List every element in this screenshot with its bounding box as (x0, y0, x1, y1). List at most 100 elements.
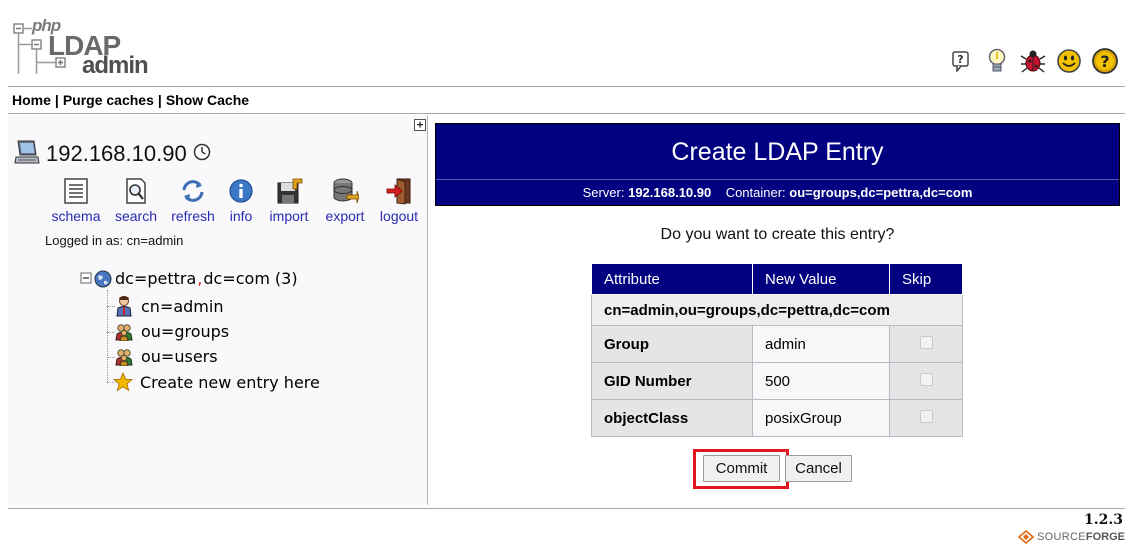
tree-item-label[interactable]: cn=admin (141, 297, 223, 316)
ou-icon (115, 348, 133, 366)
skip-cell (889, 362, 963, 400)
action-export[interactable]: export (320, 176, 370, 224)
tree-item-label[interactable]: ou=groups (141, 322, 229, 341)
question-icon[interactable]: ? (1091, 46, 1119, 76)
skip-cell (889, 325, 963, 363)
tree-item-label[interactable]: ou=users (141, 347, 218, 366)
tree-connector (107, 332, 115, 333)
action-search[interactable]: search (110, 176, 162, 224)
menu-home-link[interactable]: Home (12, 92, 51, 108)
attribute-name: Group (591, 325, 753, 363)
logout-icon (385, 176, 413, 206)
attribute-value: posixGroup (752, 399, 890, 437)
menu-show-cache-link[interactable]: Show Cache (166, 92, 249, 108)
dn-value: cn=admin,ou=groups,dc=pettra,dc=com (591, 294, 963, 326)
refresh-icon (179, 176, 207, 206)
action-import-label: import (269, 208, 309, 224)
confirm-question: Do you want to create this entry? (660, 226, 895, 243)
top-menu: Home | Purge caches | Show Cache (12, 92, 249, 108)
column-header-skip: Skip (889, 263, 963, 295)
sourceforge-logo[interactable]: SOURCE FORGE (1018, 530, 1125, 544)
entry-attributes-table: Attribute New Value Skip cn=admin,ou=gro… (591, 263, 963, 437)
column-header-attribute: Attribute (591, 263, 753, 295)
version-label: 1.2.3 (1084, 512, 1123, 528)
action-search-label: search (114, 208, 158, 224)
phpldapadmin-logo[interactable]: php LDAP admin (12, 14, 149, 80)
skip-cell (889, 399, 963, 437)
menu-separator: | (157, 92, 162, 108)
tree-root-comma: , (197, 269, 203, 288)
table-row: GID Number 500 (591, 362, 963, 400)
attribute-value: admin (752, 325, 890, 363)
column-header-new-value: New Value (752, 263, 890, 295)
help-icon[interactable]: ? (947, 46, 975, 76)
lightbulb-icon[interactable] (983, 46, 1011, 76)
container-value: ou=groups,dc=pettra,dc=com (789, 185, 973, 200)
attribute-value: 500 (752, 362, 890, 400)
action-schema-label: schema (51, 208, 101, 224)
skip-checkbox[interactable] (919, 409, 933, 423)
bug-icon[interactable] (1019, 46, 1047, 76)
tree-connector (107, 306, 115, 307)
svg-text:?: ? (1100, 52, 1109, 71)
action-schema[interactable]: schema (48, 176, 104, 224)
table-header-row: Attribute New Value Skip (591, 263, 963, 295)
tree-item-cn-admin[interactable]: cn=admin (115, 295, 223, 317)
globe-icon (94, 270, 112, 288)
tree-item-ou-groups[interactable]: ou=groups (115, 322, 229, 341)
import-icon (275, 176, 303, 206)
star-icon (113, 372, 133, 392)
header-divider (8, 86, 1125, 87)
tree-root-part2[interactable]: dc=com (203, 269, 270, 288)
server-actions: schema search refresh info import export (48, 176, 428, 224)
page-title-bar: Create LDAP Entry Server: 192.168.10.90 … (435, 123, 1120, 206)
title-divider (436, 179, 1119, 180)
server-value: 192.168.10.90 (628, 185, 712, 200)
sourceforge-text-1: SOURCE (1037, 531, 1086, 543)
logged-in-as: Logged in as: cn=admin (45, 233, 184, 248)
tree-item-ou-users[interactable]: ou=users (115, 347, 218, 366)
export-icon (331, 176, 359, 206)
schema-icon (62, 176, 90, 206)
tree-root-node: dc=pettra, dc=com (3) (80, 269, 298, 288)
table-row: objectClass posixGroup (591, 399, 963, 437)
sourceforge-text-2: FORGE (1085, 531, 1125, 543)
server-label: Server: (582, 185, 625, 200)
skip-checkbox[interactable] (919, 372, 933, 386)
user-icon (115, 295, 133, 317)
menu-purge-caches-link[interactable]: Purge caches (63, 92, 154, 108)
top-toolbar: ? ? (947, 46, 1119, 76)
page-title: Create LDAP Entry (671, 138, 884, 166)
skip-checkbox[interactable] (919, 335, 933, 349)
action-logout-label: logout (379, 208, 419, 224)
menu-separator: | (54, 92, 59, 108)
pane-divider[interactable] (427, 115, 428, 505)
cancel-button[interactable]: Cancel (785, 455, 852, 482)
action-info[interactable]: info (224, 176, 258, 224)
server-name-link[interactable]: 192.168.10.90 (46, 141, 187, 167)
action-info-label: info (229, 208, 253, 224)
commit-button[interactable]: Commit (703, 455, 780, 482)
server-computer-icon (14, 138, 40, 170)
tree-item-create-new[interactable]: Create new entry here (113, 372, 320, 392)
attribute-name: objectClass (591, 399, 753, 437)
action-export-label: export (325, 208, 365, 224)
collapse-icon[interactable] (80, 269, 92, 288)
sourceforge-icon (1018, 530, 1034, 544)
tree-root-part1[interactable]: dc=pettra (115, 269, 196, 288)
action-refresh[interactable]: refresh (168, 176, 218, 224)
menu-divider (8, 113, 1125, 114)
expand-pane-icon[interactable]: + (414, 119, 426, 131)
action-logout[interactable]: logout (376, 176, 422, 224)
title-subheader: Server: 192.168.10.90 Container: ou=grou… (436, 185, 1119, 200)
svg-text:?: ? (957, 53, 963, 66)
action-refresh-label: refresh (171, 208, 215, 224)
tree-item-label[interactable]: Create new entry here (140, 373, 320, 392)
smiley-icon[interactable] (1055, 46, 1083, 76)
dn-row: cn=admin,ou=groups,dc=pettra,dc=com (591, 294, 963, 326)
tree-root-count: (3) (274, 269, 298, 288)
info-icon (227, 176, 255, 206)
clock-icon (193, 143, 211, 165)
action-import[interactable]: import (264, 176, 314, 224)
tree-connector (107, 290, 108, 382)
